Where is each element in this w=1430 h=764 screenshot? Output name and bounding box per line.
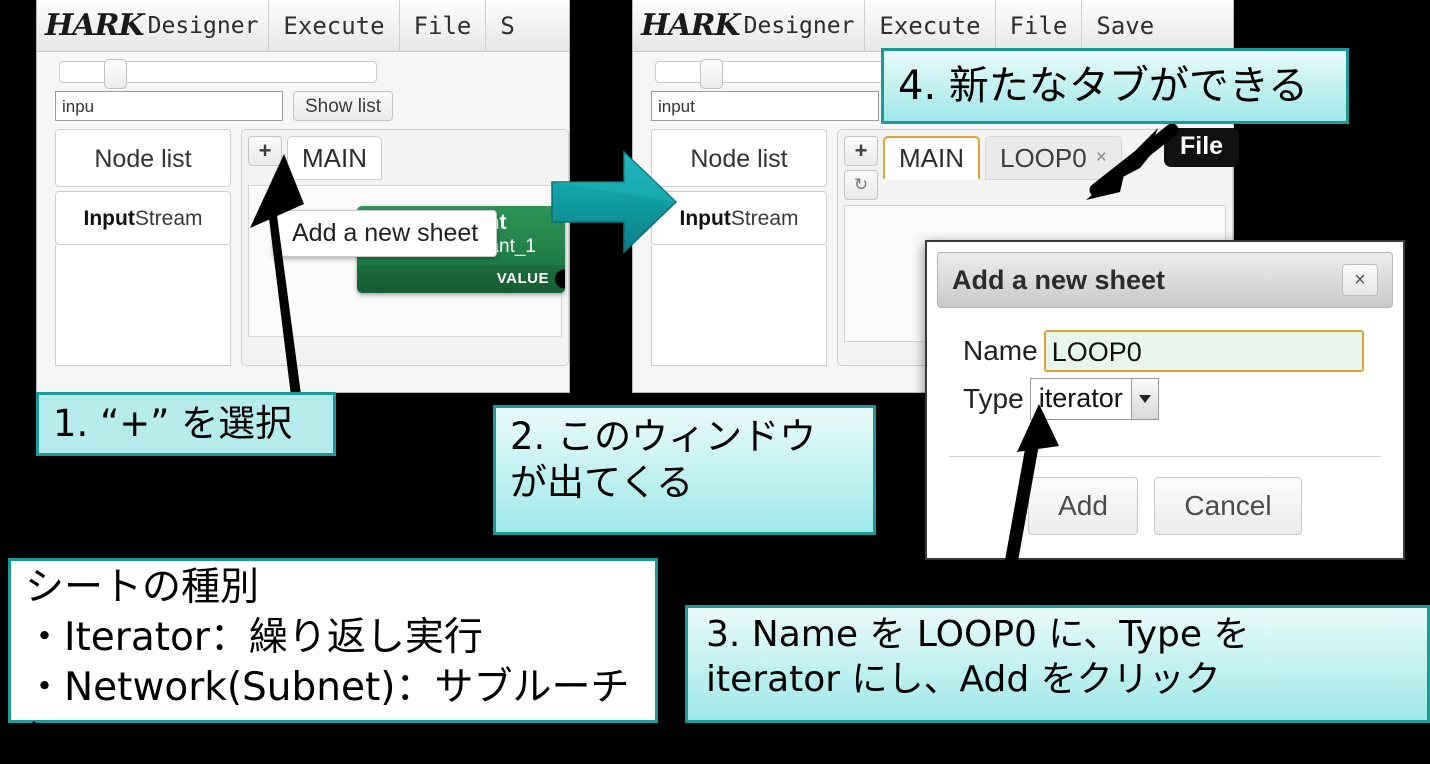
node-list-item-inputstream[interactable]: InputStream xyxy=(55,191,231,245)
node-list-header: Node list xyxy=(55,129,231,187)
callout-note-line2: ・Iterator：繰り返し実行 xyxy=(25,613,641,663)
dialog-cancel-button[interactable]: Cancel xyxy=(1154,477,1302,535)
menu-file[interactable]: File xyxy=(399,0,486,52)
callout-note-line1: シートの種別 xyxy=(25,563,641,613)
dialog-type-value: iterator xyxy=(1031,379,1131,419)
callout-step3-line2: iterator にし、Add をクリック xyxy=(706,657,1409,702)
callout-step3: 3. Name を LOOP0 に、Type を iterator にし、Add… xyxy=(685,605,1430,723)
app-logo: HARK xyxy=(37,8,148,43)
search-input-right[interactable]: input xyxy=(651,91,879,121)
add-sheet-button[interactable]: + xyxy=(248,136,282,166)
titlebar-right: HARK Designer Execute File Save xyxy=(633,0,1233,52)
app-name: Designer xyxy=(148,13,269,39)
app-logo-right: HARK xyxy=(633,8,744,43)
hark-designer-window-left: HARK Designer Execute File S inpu Show l… xyxy=(36,0,570,393)
menu-file-right[interactable]: File xyxy=(995,0,1082,52)
node-list-item-inputstream-right[interactable]: InputStream xyxy=(651,191,827,245)
output-port-icon[interactable] xyxy=(555,270,565,289)
dialog-type-label: Type xyxy=(963,383,1024,415)
zoom-slider-handle-right[interactable] xyxy=(700,59,723,89)
dialog-name-label: Name xyxy=(963,335,1038,367)
node-item-label-rest-right: Stream xyxy=(731,207,799,230)
node-list-column-right: Node list InputStream xyxy=(651,129,827,366)
dialog-name-input[interactable]: LOOP0 xyxy=(1044,330,1364,372)
add-sheet-dialog: Add a new sheet × Name LOOP0 Type iterat… xyxy=(925,240,1405,560)
search-input[interactable]: inpu xyxy=(55,91,283,121)
callout-step2: 2. このウィンドウ が出てくる xyxy=(493,405,876,535)
node-list-column: Node list InputStream xyxy=(55,129,231,366)
tooltip-file-dark: File xyxy=(1164,128,1239,167)
zoom-slider[interactable] xyxy=(59,61,377,83)
zoom-slider-wrap xyxy=(37,52,569,83)
slide-canvas: HARK Designer Execute File S inpu Show l… xyxy=(0,0,1430,764)
tab-main[interactable]: MAIN xyxy=(287,136,382,180)
sheet-canvas-left[interactable]: Constant node_Constant_1 VALUE xyxy=(248,185,562,337)
dialog-type-select[interactable]: iterator xyxy=(1030,378,1159,420)
tab-loop0[interactable]: LOOP0 × xyxy=(985,136,1122,180)
dialog-add-button[interactable]: Add xyxy=(1028,477,1138,535)
titlebar-left: HARK Designer Execute File S xyxy=(37,0,569,52)
node-item-label-rest: Stream xyxy=(135,207,203,230)
chevron-down-icon[interactable] xyxy=(1131,379,1158,419)
dialog-divider xyxy=(949,456,1381,457)
sheet-tabbar-left: + MAIN xyxy=(248,136,562,180)
node-constant-output-row: VALUE xyxy=(357,265,565,293)
dialog-button-row: Add Cancel xyxy=(937,477,1393,535)
close-icon[interactable]: × xyxy=(1096,147,1107,169)
callout-step4: 4. 新たなタブができる xyxy=(881,48,1349,124)
node-list-empty-area xyxy=(55,245,231,366)
menu-save[interactable]: S xyxy=(485,0,528,52)
menu-save-right[interactable]: Save xyxy=(1081,0,1168,52)
menu-execute-right[interactable]: Execute xyxy=(864,0,994,52)
app-name-right: Designer xyxy=(744,13,865,39)
callout-step3-line1: 3. Name を LOOP0 に、Type を xyxy=(706,612,1409,657)
tooltip-add-a-new-sheet: Add a new sheet xyxy=(273,210,497,257)
node-list-empty-area-right xyxy=(651,245,827,366)
callout-note-line3: ・Network(Subnet)：サブルーチン xyxy=(25,663,641,763)
dialog-close-icon[interactable]: × xyxy=(1342,264,1378,296)
add-sheet-button-right[interactable]: + xyxy=(844,136,878,166)
node-item-label-bold: Input xyxy=(84,207,135,230)
tab-loop0-label: LOOP0 xyxy=(1000,143,1087,174)
callout-step2-line2: が出てくる xyxy=(510,460,859,506)
dialog-title: Add a new sheet xyxy=(952,265,1165,296)
node-constant-port-label: VALUE xyxy=(497,270,549,287)
tab-main-right[interactable]: MAIN xyxy=(883,136,980,180)
callout-sheet-types: シートの種別 ・Iterator：繰り返し実行 ・Network(Subnet)… xyxy=(8,558,658,723)
dialog-titlebar: Add a new sheet × xyxy=(937,252,1393,308)
callout-step1: 1. “+” を選択 xyxy=(36,392,336,456)
refresh-icon[interactable]: ↻ xyxy=(844,170,878,200)
node-item-label-bold-right: Input xyxy=(680,207,731,230)
dialog-name-row: Name LOOP0 xyxy=(963,330,1393,372)
callout-step2-line1: 2. このウィンドウ xyxy=(510,414,859,460)
zoom-slider-handle[interactable] xyxy=(104,59,127,89)
menu-execute[interactable]: Execute xyxy=(268,0,398,52)
dialog-type-row: Type iterator xyxy=(963,378,1393,420)
node-list-header-right: Node list xyxy=(651,129,827,187)
show-list-button[interactable]: Show list xyxy=(293,91,393,121)
sheet-tool-buttons: + ↻ xyxy=(844,136,878,200)
